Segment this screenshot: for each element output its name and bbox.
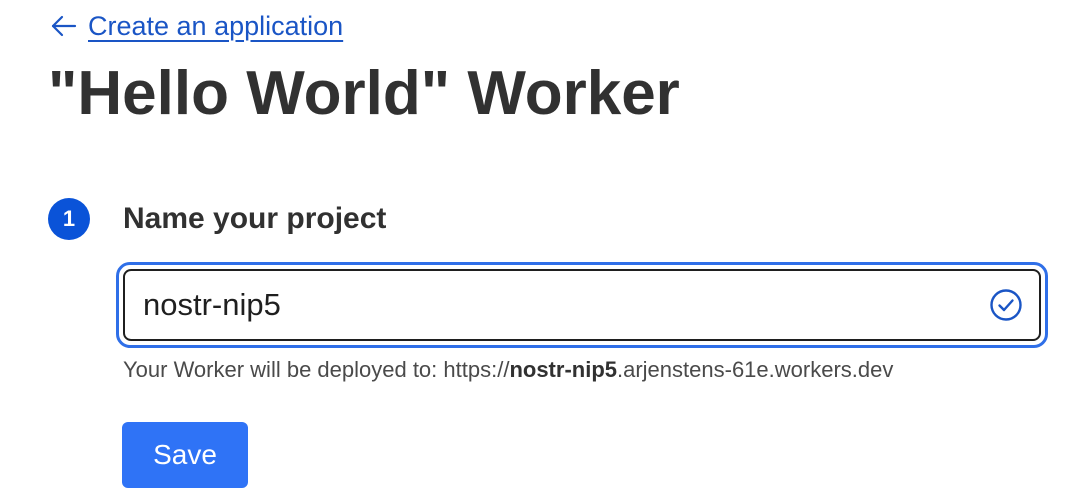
arrow-left-icon (51, 15, 77, 37)
step-number-badge: 1 (48, 198, 90, 240)
project-name-field (116, 262, 1048, 348)
deploy-url-prefix: Your Worker will be deployed to: https:/… (123, 357, 510, 382)
step-title: Name your project (123, 202, 387, 235)
deploy-url-hint: Your Worker will be deployed to: https:/… (123, 355, 893, 385)
check-circle-icon (990, 289, 1022, 321)
deploy-url-suffix: .arjenstens-61e.workers.dev (617, 357, 894, 382)
deploy-url-subdomain: nostr-nip5 (509, 357, 617, 382)
project-name-field-inner (123, 269, 1041, 341)
back-link-label: Create an application (88, 10, 344, 41)
back-link[interactable]: Create an application (50, 6, 343, 46)
project-name-input[interactable] (125, 275, 963, 335)
save-button[interactable]: Save (122, 422, 248, 488)
page-title: "Hello World" Worker (48, 59, 680, 128)
